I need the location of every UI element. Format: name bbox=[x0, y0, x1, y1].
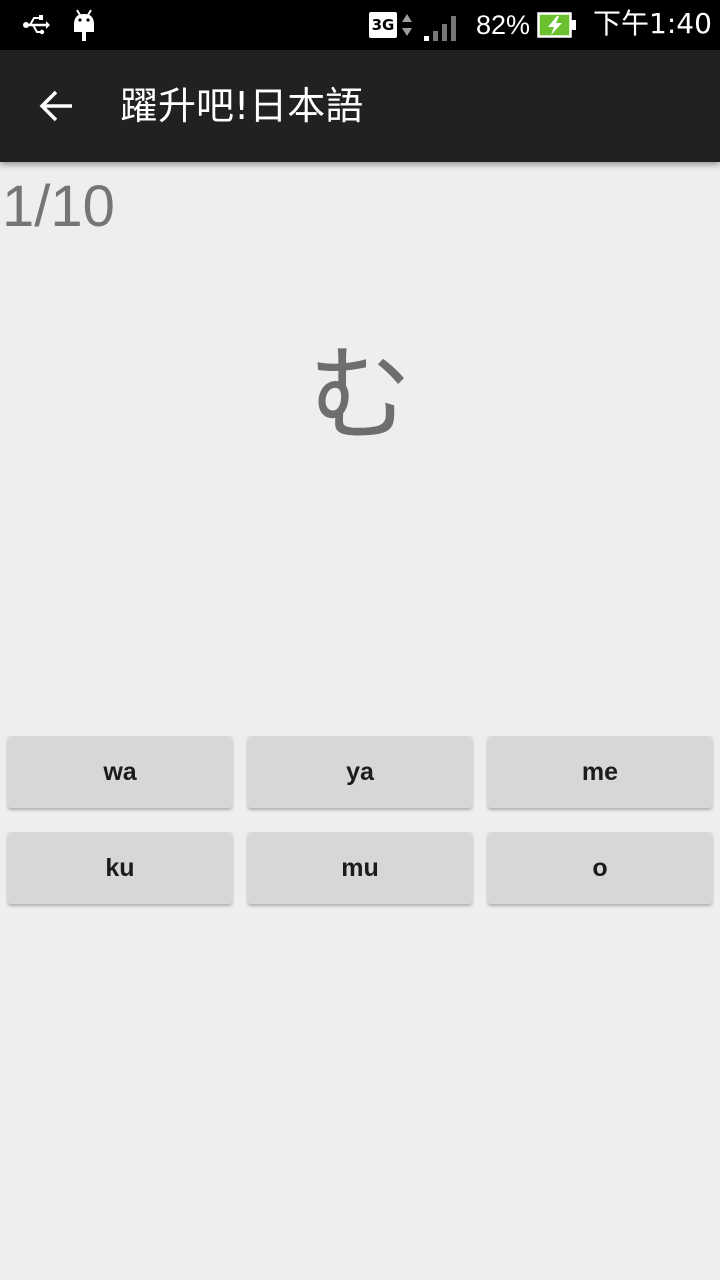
choice-button-wa[interactable]: wa bbox=[8, 736, 232, 808]
usb-icon bbox=[23, 15, 50, 35]
network-arrows-icon bbox=[402, 14, 412, 36]
network-type-badge: 3G bbox=[369, 12, 397, 38]
status-clock: 下午1:40 bbox=[593, 7, 712, 40]
app-bar: 躍升吧!日本語 bbox=[0, 50, 720, 162]
signal-icon bbox=[424, 16, 456, 41]
android-debug-icon bbox=[74, 9, 94, 41]
back-button[interactable] bbox=[22, 72, 90, 140]
arrow-back-icon bbox=[39, 90, 72, 122]
choice-button-mu[interactable]: mu bbox=[248, 832, 472, 904]
app-title: 躍升吧!日本語 bbox=[120, 84, 364, 128]
choice-button-ya[interactable]: ya bbox=[248, 736, 472, 808]
status-bar: 3G 82% 下午1:40 bbox=[0, 0, 720, 50]
choice-button-o[interactable]: o bbox=[488, 832, 712, 904]
battery-percent: 82% bbox=[476, 10, 531, 40]
quiz-progress: 1/10 bbox=[2, 174, 115, 239]
choice-button-ku[interactable]: ku bbox=[8, 832, 232, 904]
quiz-character: む bbox=[307, 334, 412, 456]
battery-charging-icon bbox=[537, 12, 576, 38]
choice-button-me[interactable]: me bbox=[488, 736, 712, 808]
